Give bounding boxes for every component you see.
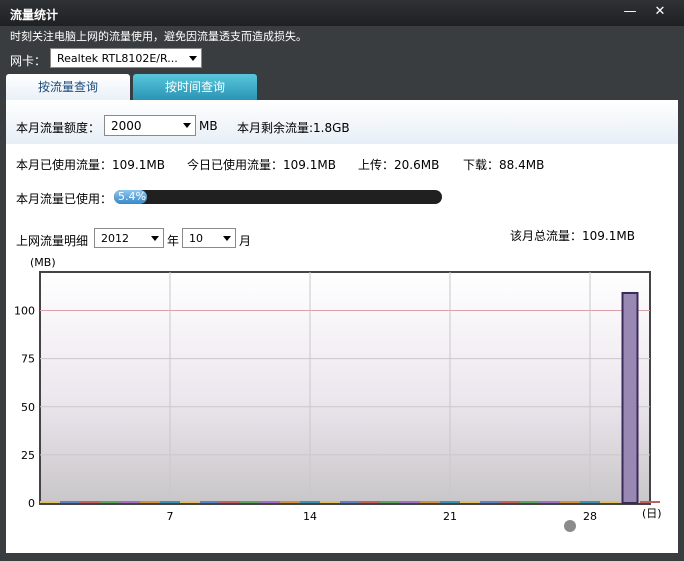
x-tick-label: 14 — [303, 510, 317, 523]
chart-bar — [60, 501, 80, 503]
traffic-chart: 0255075100 7 14 21 28 (MB) (日) — [14, 256, 662, 523]
y-tick-label: 75 — [21, 353, 35, 366]
chart-bar — [120, 501, 140, 503]
chart-bar — [560, 501, 580, 503]
x-tick-label: 21 — [443, 510, 457, 523]
chart-bar — [420, 501, 440, 503]
chart-bar — [200, 501, 220, 503]
chart-bar — [160, 501, 180, 503]
chart-bar — [580, 501, 600, 503]
chart-bar — [380, 501, 400, 503]
chart-bar — [300, 501, 320, 503]
chart-bar — [340, 501, 360, 503]
chart-bar — [640, 501, 660, 503]
chart-bar — [280, 501, 300, 503]
chart-bar — [320, 501, 340, 503]
chart-bar — [220, 501, 240, 503]
chart-bar — [400, 501, 420, 503]
chart-bar — [500, 501, 520, 503]
y-tick-label: 0 — [28, 497, 35, 510]
chart-bar — [80, 501, 100, 503]
chart-bar — [621, 291, 639, 505]
watermark-brand: 瑞星卡卡 — [586, 518, 646, 536]
ikaka-watermark: 瑞星卡卡 www.ikaka.com — [558, 514, 650, 551]
chart-bar — [260, 501, 280, 503]
chart-bar — [540, 501, 560, 503]
x-tick-label: 7 — [167, 510, 174, 523]
y-tick-label: 50 — [21, 401, 35, 414]
chart-bar — [600, 501, 620, 503]
y-tick-label: 100 — [14, 305, 35, 318]
y-tick-label: 25 — [21, 449, 35, 462]
traffic-stats-window: 流量统计 — ✕ 时刻关注电脑上网的流量使用，避免因流量透支而造成损失。 网卡：… — [0, 0, 684, 561]
chart-bar — [480, 501, 500, 503]
chart-bar — [180, 501, 200, 503]
chart-bar — [440, 501, 460, 503]
chart-bar — [520, 501, 540, 503]
chart-bar — [40, 501, 60, 503]
chart-bar — [240, 501, 260, 503]
y-axis-label: (MB) — [30, 256, 56, 269]
chart-bar — [100, 501, 120, 503]
chart-bar — [360, 501, 380, 503]
chart-bar — [460, 501, 480, 503]
watermark-url: www.ikaka.com — [572, 540, 650, 551]
plot-area — [39, 271, 651, 505]
chart-bar — [140, 501, 160, 503]
